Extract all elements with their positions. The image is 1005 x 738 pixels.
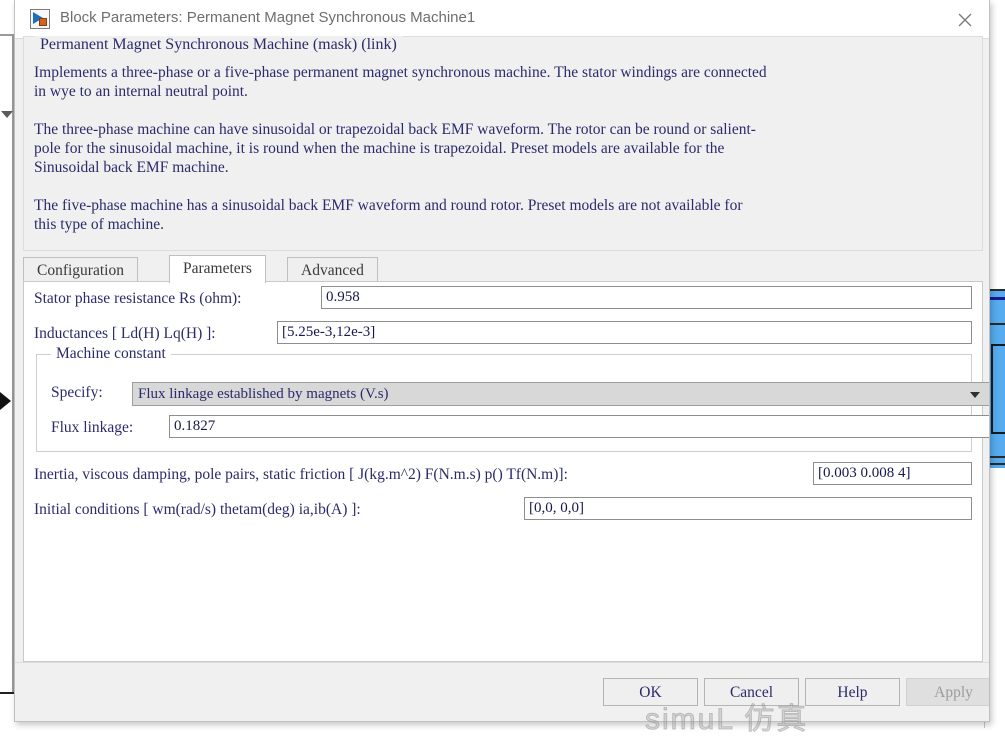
specify-dropdown-value: Flux linkage established by magnets (V.s… (138, 384, 389, 405)
tab-parameters[interactable]: Parameters (169, 255, 266, 283)
simulink-block-icon (30, 9, 50, 29)
inertia-label: Inertia, viscous damping, pole pairs, st… (34, 466, 568, 483)
tab-advanced[interactable]: Advanced (287, 257, 378, 282)
dialog-footer: OK Cancel Help Apply (15, 662, 989, 721)
specify-dropdown[interactable]: Flux linkage established by magnets (V.s… (132, 382, 990, 406)
background-blue-accent-line (989, 297, 1005, 300)
background-left-arrow-icon (0, 392, 11, 410)
dialog-titlebar[interactable]: Block Parameters: Permanent Magnet Synch… (15, 0, 989, 39)
square-shape (39, 18, 47, 26)
dialog-title: Block Parameters: Permanent Magnet Synch… (60, 9, 475, 26)
flux-linkage-input[interactable]: 0.1827 (169, 415, 990, 438)
background-blue-divider-lower (989, 456, 1005, 458)
inductances-label: Inductances [ Ld(H) Lq(H) ]: (34, 325, 216, 342)
stator-resistance-label: Stator phase resistance Rs (ohm): (34, 290, 241, 307)
background-blue-divider-bottom (989, 463, 1005, 465)
apply-button[interactable]: Apply (906, 678, 990, 706)
tab-configuration[interactable]: Configuration (23, 257, 138, 282)
background-window-left-edge (0, 34, 14, 694)
field-initial-conditions: Initial conditions [ wm(rad/s) thetam(de… (34, 501, 361, 519)
specify-label: Specify: (51, 384, 103, 402)
chevron-down-icon (970, 392, 980, 398)
background-blue-divider-mid (989, 323, 1005, 325)
initial-conditions-input[interactable]: [0,0, 0,0] (524, 497, 972, 520)
description-panel: Permanent Magnet Synchronous Machine (ma… (23, 36, 983, 251)
description-heading: Permanent Magnet Synchronous Machine (ma… (34, 36, 403, 54)
cancel-button[interactable]: Cancel (704, 678, 799, 706)
machine-constant-group: Machine constant Specify: Flux linkage e… (36, 354, 972, 452)
inductances-input[interactable]: [5.25e-3,12e-3] (277, 321, 972, 344)
machine-constant-label: Machine constant (51, 345, 171, 363)
field-stator-resistance: Stator phase resistance Rs (ohm): (34, 290, 241, 308)
field-inductances: Inductances [ Ld(H) Lq(H) ]: (34, 325, 216, 343)
description-body: Implements a three-phase or a five-phase… (34, 63, 974, 234)
close-icon[interactable] (941, 0, 989, 37)
parameters-tab-panel: Stator phase resistance Rs (ohm): 0.958 … (23, 281, 983, 662)
background-blue-divider-top (989, 289, 1005, 291)
field-inertia: Inertia, viscous damping, pole pairs, st… (34, 466, 568, 484)
tabstrip: Configuration Parameters Advanced (23, 255, 983, 282)
stator-resistance-input[interactable]: 0.958 (321, 286, 972, 309)
close-x-glyph (958, 13, 972, 27)
background-blue-outline-box (991, 344, 1005, 434)
block-parameters-dialog: Block Parameters: Permanent Magnet Synch… (14, 0, 990, 722)
inertia-input[interactable]: [0.003 0.008 4] (813, 462, 972, 485)
scroll-down-arrow-icon[interactable] (1, 111, 13, 118)
initial-conditions-label: Initial conditions [ wm(rad/s) thetam(de… (34, 501, 361, 518)
ok-button[interactable]: OK (603, 678, 698, 706)
help-button[interactable]: Help (805, 678, 900, 706)
flux-linkage-label: Flux linkage: (51, 419, 133, 437)
